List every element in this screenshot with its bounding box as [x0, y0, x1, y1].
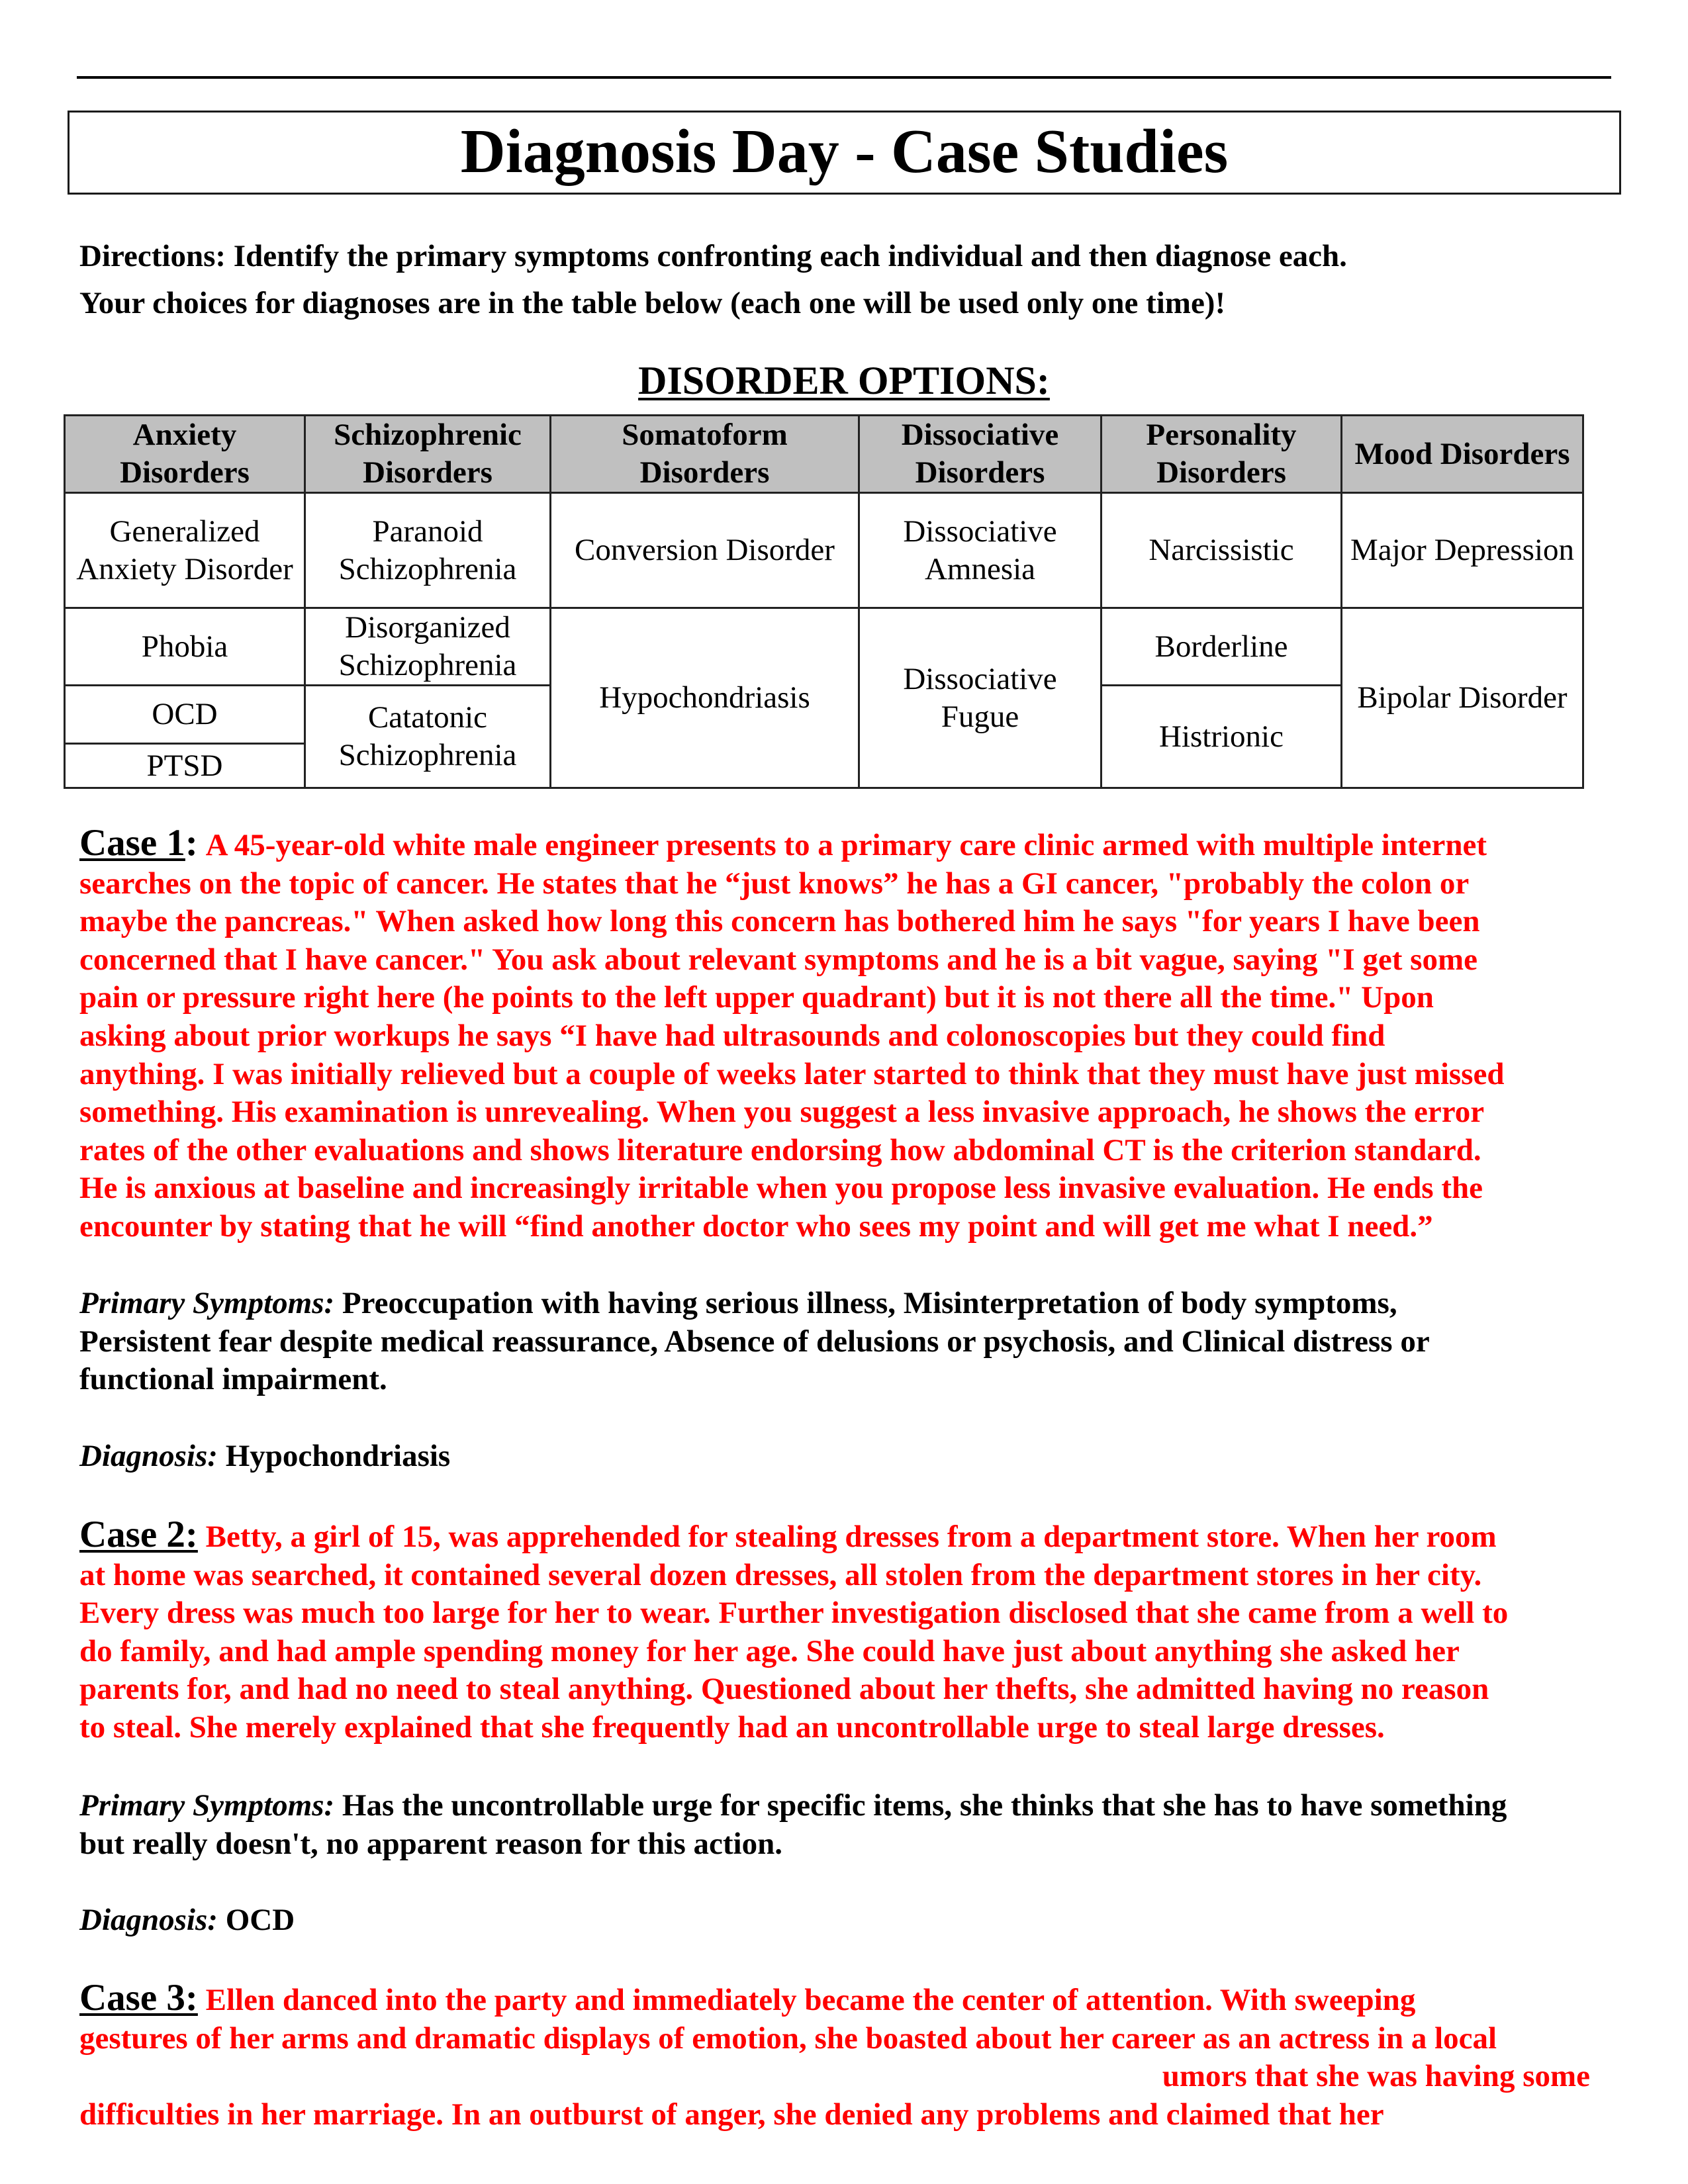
cell-generalized-anxiety: Generalized Anxiety Disorder [64, 492, 306, 609]
case-1-primary-symptoms: Primary Symptoms: Preoccupation with hav… [79, 1285, 1628, 1399]
diagnosis-value: Hypochondriasis [225, 1439, 451, 1473]
header-schizophrenic: Schizophrenic Disorders [304, 414, 551, 494]
directions-line: Your choices for diagnoses are in the ta… [79, 286, 1226, 320]
case-3-label: Case 3: [79, 1977, 198, 2019]
case-text-line: Every dress was much too large for her t… [79, 1596, 1509, 1631]
table-row: Generalized Anxiety Disorder Paranoid Sc… [64, 492, 1584, 609]
disorder-options-table: Anxiety Disorders Schizophrenic Disorder… [64, 414, 1584, 789]
symptoms-text: functional impairment. [79, 1362, 387, 1397]
top-rule [77, 76, 1611, 79]
case-text-line: rates of the other evaluations and shows… [79, 1132, 1481, 1167]
case-2: Case 2: Betty, a girl of 15, was apprehe… [79, 1516, 1628, 1747]
case-1-colon: : [185, 822, 198, 864]
case-text-line: something. His examination is unrevealin… [79, 1095, 1485, 1130]
table-header-row: Anxiety Disorders Schizophrenic Disorder… [64, 414, 1584, 494]
case-1-label: Case 1 [79, 822, 185, 864]
cell-dissociative-amnesia: Dissociative Amnesia [858, 492, 1102, 609]
symptoms-text: but really doesn't, no apparent reason f… [79, 1826, 782, 1861]
cell-catatonic-schizophrenia: Catatonic Schizophrenia [304, 684, 551, 789]
directions: Directions: Identify the primary symptom… [79, 233, 1622, 327]
case-text-line: pain or pressure right here (he points t… [79, 980, 1434, 1015]
title-box: Diagnosis Day - Case Studies [68, 111, 1621, 195]
cell-bipolar-disorder: Bipolar Disorder [1340, 607, 1584, 789]
cell-ptsd: PTSD [64, 743, 306, 789]
cell-borderline: Borderline [1100, 607, 1342, 686]
header-personality: Personality Disorders [1100, 414, 1342, 494]
cell-phobia: Phobia [64, 607, 306, 686]
symptoms-text: Has the uncontrollable urge for specific… [342, 1788, 1507, 1823]
case-text-line-partial: umors that she was having some [1162, 2059, 1590, 2094]
diagnosis-value: OCD [225, 1903, 295, 1937]
symptoms-text: Persistent fear despite medical reassura… [79, 1324, 1430, 1359]
case-text-line: searches on the topic of cancer. He stat… [79, 866, 1470, 901]
header-mood: Mood Disorders [1340, 414, 1584, 494]
cell-dissociative-fugue: Dissociative Fugue [858, 607, 1102, 789]
case-2-label: Case 2: [79, 1514, 198, 1555]
case-text-line: Ellen danced into the party and immediat… [205, 1983, 1416, 2017]
case-text-line: Betty, a girl of 15, was apprehended for… [205, 1520, 1497, 1554]
cell-hypochondriasis: Hypochondriasis [549, 607, 860, 789]
cell-conversion-disorder: Conversion Disorder [549, 492, 860, 609]
cell-disorganized-schizophrenia: Disorganized Schizophrenia [304, 607, 551, 686]
case-text-line: gestures of her arms and dramatic displa… [79, 2021, 1497, 2056]
header-somatoform: Somatoform Disorders [549, 414, 860, 494]
cell-major-depression: Major Depression [1340, 492, 1584, 609]
disorder-options-heading: DISORDER OPTIONS: [638, 359, 1050, 402]
case-text-line: He is anxious at baseline and increasing… [79, 1171, 1483, 1206]
diagnosis-label: Diagnosis: [79, 1903, 218, 1937]
case-3: Case 3: Ellen danced into the party and … [79, 1979, 1628, 2134]
cell-histrionic: Histrionic [1100, 684, 1342, 789]
case-text-line: anything. I was initially relieved but a… [79, 1056, 1505, 1091]
case-text-line: maybe the pancreas." When asked how long… [79, 904, 1480, 939]
case-1: Case 1: A 45-year-old white male enginee… [79, 824, 1628, 1246]
case-text-line: parents for, and had no need to steal an… [79, 1672, 1489, 1707]
table-row: Phobia Disorganized Schizophrenia Hypoch… [64, 607, 1584, 789]
case-text-line: to steal. She merely explained that she … [79, 1709, 1385, 1745]
primary-symptoms-label: Primary Symptoms: [79, 1286, 335, 1320]
case-text-line: concerned that I have cancer." You ask a… [79, 942, 1477, 977]
case-2-primary-symptoms: Primary Symptoms: Has the uncontrollable… [79, 1787, 1628, 1863]
case-2-diagnosis: Diagnosis: OCD [79, 1901, 1628, 1940]
case-text-line: encounter by stating that he will “find … [79, 1208, 1433, 1244]
case-text-line: asking about prior workups he says “I ha… [79, 1018, 1385, 1053]
header-dissociative: Dissociative Disorders [858, 414, 1102, 494]
case-text-line: do family, and had ample spending money … [79, 1633, 1460, 1668]
directions-line: Directions: Identify the primary symptom… [79, 239, 1347, 273]
cell-narcissistic: Narcissistic [1100, 492, 1342, 609]
case-1-diagnosis: Diagnosis: Hypochondriasis [79, 1437, 1628, 1476]
diagnosis-label: Diagnosis: [79, 1439, 218, 1473]
primary-symptoms-label: Primary Symptoms: [79, 1788, 335, 1823]
header-anxiety: Anxiety Disorders [64, 414, 306, 494]
case-text-line: A 45-year-old white male engineer presen… [205, 828, 1487, 862]
page-title: Diagnosis Day - Case Studies [460, 116, 1229, 186]
symptoms-text: Preoccupation with having serious illnes… [342, 1286, 1397, 1320]
case-text-line: difficulties in her marriage. In an outb… [79, 2097, 1384, 2132]
case-text-line: at home was searched, it contained sever… [79, 1557, 1482, 1592]
cell-paranoid-schizophrenia: Paranoid Schizophrenia [304, 492, 551, 609]
cell-ocd: OCD [64, 684, 306, 745]
